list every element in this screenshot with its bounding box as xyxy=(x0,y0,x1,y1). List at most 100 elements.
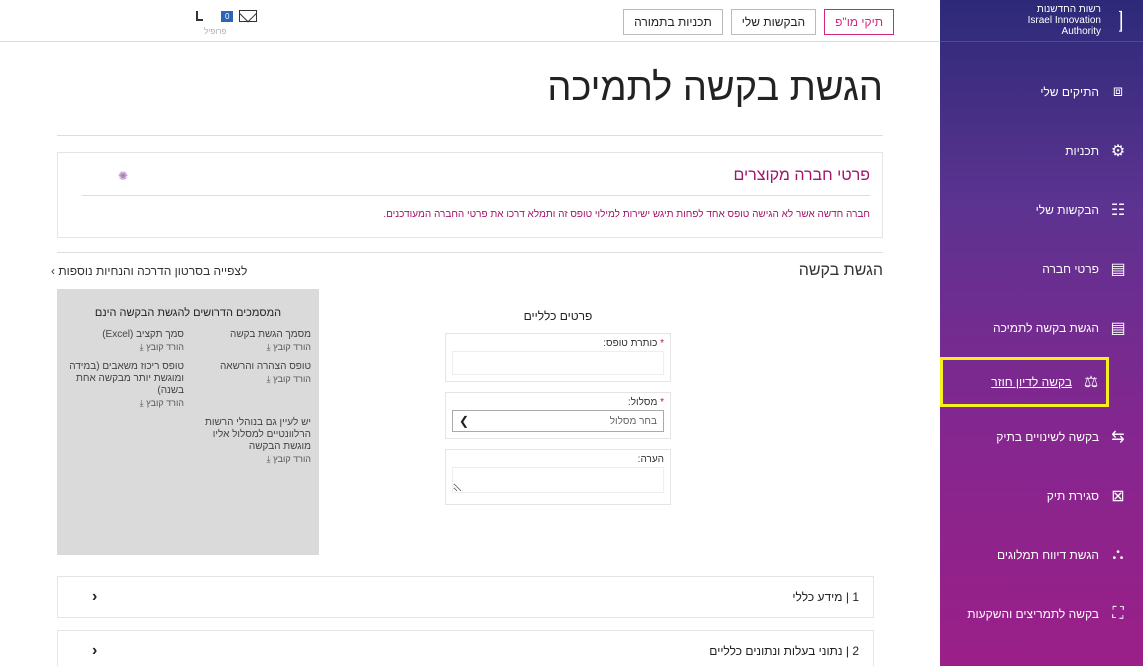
sidebar-item-close-file[interactable]: ⊠ סגירת תיק xyxy=(940,466,1143,525)
logo-mark-icon: ⌈ ⌊ xyxy=(1117,8,1125,33)
chevron-left-icon: › xyxy=(51,264,55,278)
track-select-placeholder: בחר מסלול xyxy=(609,415,657,427)
sidebar-item-my-files[interactable]: ⧈ התיקים שלי xyxy=(940,62,1143,121)
sidebar-item-label: הבקשות שלי xyxy=(1035,202,1099,217)
download-label: הורד קובץ xyxy=(146,342,184,352)
download-link[interactable]: הורד קובץ ⤓ xyxy=(192,373,311,385)
section-header: הגשת בקשה לצפייה בסרטון הדרכה והנחיות נו… xyxy=(51,253,883,289)
download-link[interactable]: הורד קובץ ⤓ xyxy=(65,397,184,409)
video-guide-link-label: לצפייה בסרטון הדרכה והנחיות נוספות xyxy=(58,264,248,278)
user-label[interactable]: פרופיל xyxy=(204,27,226,36)
document-item: יש לעיין גם בנוהלי הרשות הרלוונטיים למסל… xyxy=(192,417,311,465)
arrows-icon: ⇆ xyxy=(1111,428,1125,446)
sidebar-item-submit-support-request[interactable]: ▤ הגשת בקשה לתמיכה xyxy=(940,298,1143,357)
document-name: טופס הצהרה והרשאה xyxy=(219,361,311,372)
top-tabs: תיקי מו"פ הבקשות שלי תכניות בתמורה xyxy=(623,9,894,35)
document-name: טופס ריכוז משאבים (במידה ומוגשת יותר מבק… xyxy=(69,361,184,396)
video-guide-link[interactable]: לצפייה בסרטון הדרכה והנחיות נוספות › xyxy=(51,264,247,278)
hierarchy-icon: ⛬ xyxy=(1112,545,1124,563)
sidebar-item-reconsideration-request[interactable]: ⚖ בקשה לדיון חוזר xyxy=(940,357,1109,407)
company-details-box: פרטי חברה מקוצרים ✺ חברה חדשה אשר לא הגי… xyxy=(57,152,883,238)
form-title-label-text: כותרת טופס: xyxy=(603,338,658,349)
logo-line-english-2: Authority xyxy=(1061,26,1101,37)
download-icon: ⤓ xyxy=(266,374,271,384)
company-details-title: פרטי חברה מקוצרים xyxy=(733,167,871,184)
sidebar-item-label: הגשת דיווח תמלוגים xyxy=(996,547,1099,562)
download-icon: ⤓ xyxy=(266,454,271,464)
close-folder-icon: ⊠ xyxy=(1111,487,1125,505)
note-label: הערה: xyxy=(637,454,664,465)
chevron-left-icon: ‹ xyxy=(92,642,98,659)
download-label: הורד קובץ xyxy=(273,374,311,384)
sidebar-item-label: בקשה לתמריצים והשקעות xyxy=(967,606,1099,621)
top-icons: 0 xyxy=(196,10,258,22)
sidebar-item-incentives-request[interactable]: ⛶ בקשה לתמריצים והשקעות xyxy=(940,584,1143,643)
track-select[interactable]: בחר מסלול ❯ xyxy=(452,410,664,432)
form-heading: פרטים כלליים xyxy=(523,309,593,323)
download-label: הורד קובץ xyxy=(146,398,184,408)
document-item: טופס הצהרה והרשאה הורד קובץ ⤓ xyxy=(192,361,311,409)
download-icon: ⤓ xyxy=(266,342,271,352)
tab-rnd-files[interactable]: תיקי מו"פ xyxy=(824,9,894,35)
section-title: הגשת בקשה xyxy=(798,262,883,279)
download-label: הורד קובץ xyxy=(273,342,311,352)
download-link[interactable]: הורד קובץ ⤓ xyxy=(192,453,311,465)
tab-my-requests[interactable]: הבקשות שלי xyxy=(730,9,817,35)
flag-icon[interactable] xyxy=(196,11,203,21)
accordion-general-info[interactable]: 1 | מידע כללי ‹ xyxy=(57,576,874,618)
form-title-input[interactable] xyxy=(452,351,664,375)
download-link[interactable]: הורד קובץ ⤓ xyxy=(65,341,184,353)
company-details-note: חברה חדשה אשר לא הגישה טופס אחד לפחות תי… xyxy=(383,209,870,220)
accordion-ownership-data[interactable]: 2 | נתוני בעלות ונתונים כלליים ‹ xyxy=(57,630,874,666)
track-label: * מסלול: xyxy=(452,397,664,408)
document-name: יש לעיין גם בנוהלי הרשות הרלוונטיים למסל… xyxy=(204,417,311,452)
tab-programs-in-return[interactable]: תכניות בתמורה xyxy=(623,9,723,35)
note-textarea[interactable] xyxy=(452,467,664,493)
form-title-field: * כותרת טופס: xyxy=(445,333,671,382)
sidebar-item-file-changes-request[interactable]: ⇆ בקשה לשינויים בתיק xyxy=(940,407,1143,466)
sidebar-item-label: התיקים שלי xyxy=(1040,84,1099,99)
document-name: סמך תקציב (Excel) xyxy=(102,329,184,340)
sidebar-item-programs[interactable]: ⚙ תכניות xyxy=(940,121,1143,180)
sidebar-item-label: הגשת בקשה לתמיכה xyxy=(993,320,1099,335)
logo-line-hebrew: רשות החדשנות xyxy=(1036,4,1101,15)
logo-line-english-1: Israel Innovation xyxy=(1027,15,1101,26)
loading-spinner-icon: ✺ xyxy=(117,169,128,183)
sidebar-item-label: בקשה לדיון חוזר xyxy=(991,375,1072,389)
document-icon: ▤ xyxy=(1110,260,1126,278)
download-label: הורד קובץ xyxy=(273,454,311,464)
document-item: טופס ריכוז משאבים (במידה ומוגשת יותר מבק… xyxy=(65,361,184,409)
logo[interactable]: ⌈ ⌊ רשות החדשנות Israel Innovation Author… xyxy=(940,0,1143,42)
download-icon: ⤓ xyxy=(139,398,144,408)
sidebar-item-label: בקשה לשינויים בתיק xyxy=(996,429,1099,444)
form-title-label: * כותרת טופס: xyxy=(452,338,664,349)
chevron-down-icon: ❯ xyxy=(459,414,470,428)
sidebar-item-label: פרטי חברה xyxy=(1042,261,1099,276)
notification-badge[interactable]: 0 xyxy=(221,10,234,22)
divider xyxy=(82,195,870,196)
sidebar-item-company-details[interactable]: ▤ פרטי חברה xyxy=(940,239,1143,298)
frame-icon: ⛶ xyxy=(1112,604,1124,622)
briefcase-icon: ⧈ xyxy=(1112,82,1124,100)
track-label-text: מסלול: xyxy=(627,397,658,408)
mail-icon[interactable] xyxy=(239,10,258,22)
required-documents-title: המסמכים הדרושים להגשת הבקשה הינם xyxy=(94,307,282,319)
chevron-left-icon: ‹ xyxy=(92,588,98,605)
download-link[interactable]: הורד קובץ ⤓ xyxy=(192,341,311,353)
document-item: סמך תקציב (Excel) הורד קובץ ⤓ xyxy=(65,329,184,353)
download-icon: ⤓ xyxy=(139,342,144,352)
sidebar-item-royalties-report[interactable]: ⛬ הגשת דיווח תמלוגים xyxy=(940,525,1143,584)
user-list-icon: ☷ xyxy=(1110,201,1126,219)
sidebar: ⌈ ⌊ רשות החדשנות Israel Innovation Author… xyxy=(940,0,1143,666)
document-icon: ▤ xyxy=(1110,319,1126,337)
track-field: * מסלול: בחר מסלול ❯ xyxy=(445,392,671,439)
document-name: מסמך הגשת בקשה xyxy=(230,329,311,340)
note-field: הערה: xyxy=(445,449,671,505)
top-bar: תיקי מו"פ הבקשות שלי תכניות בתמורה 0 פרו… xyxy=(0,0,940,42)
gavel-icon: ⚖ xyxy=(1083,374,1099,391)
sidebar-item-label: סגירת תיק xyxy=(1046,488,1099,503)
logo-text: רשות החדשנות Israel Innovation Authority xyxy=(1028,4,1101,37)
sidebar-item-my-requests[interactable]: ☷ הבקשות שלי xyxy=(940,180,1143,239)
accordion-label: 2 | נתוני בעלות ונתונים כלליים xyxy=(709,644,859,658)
form-area: פרטים כלליים * כותרת טופס: * מסלול: בחר … xyxy=(57,289,883,555)
